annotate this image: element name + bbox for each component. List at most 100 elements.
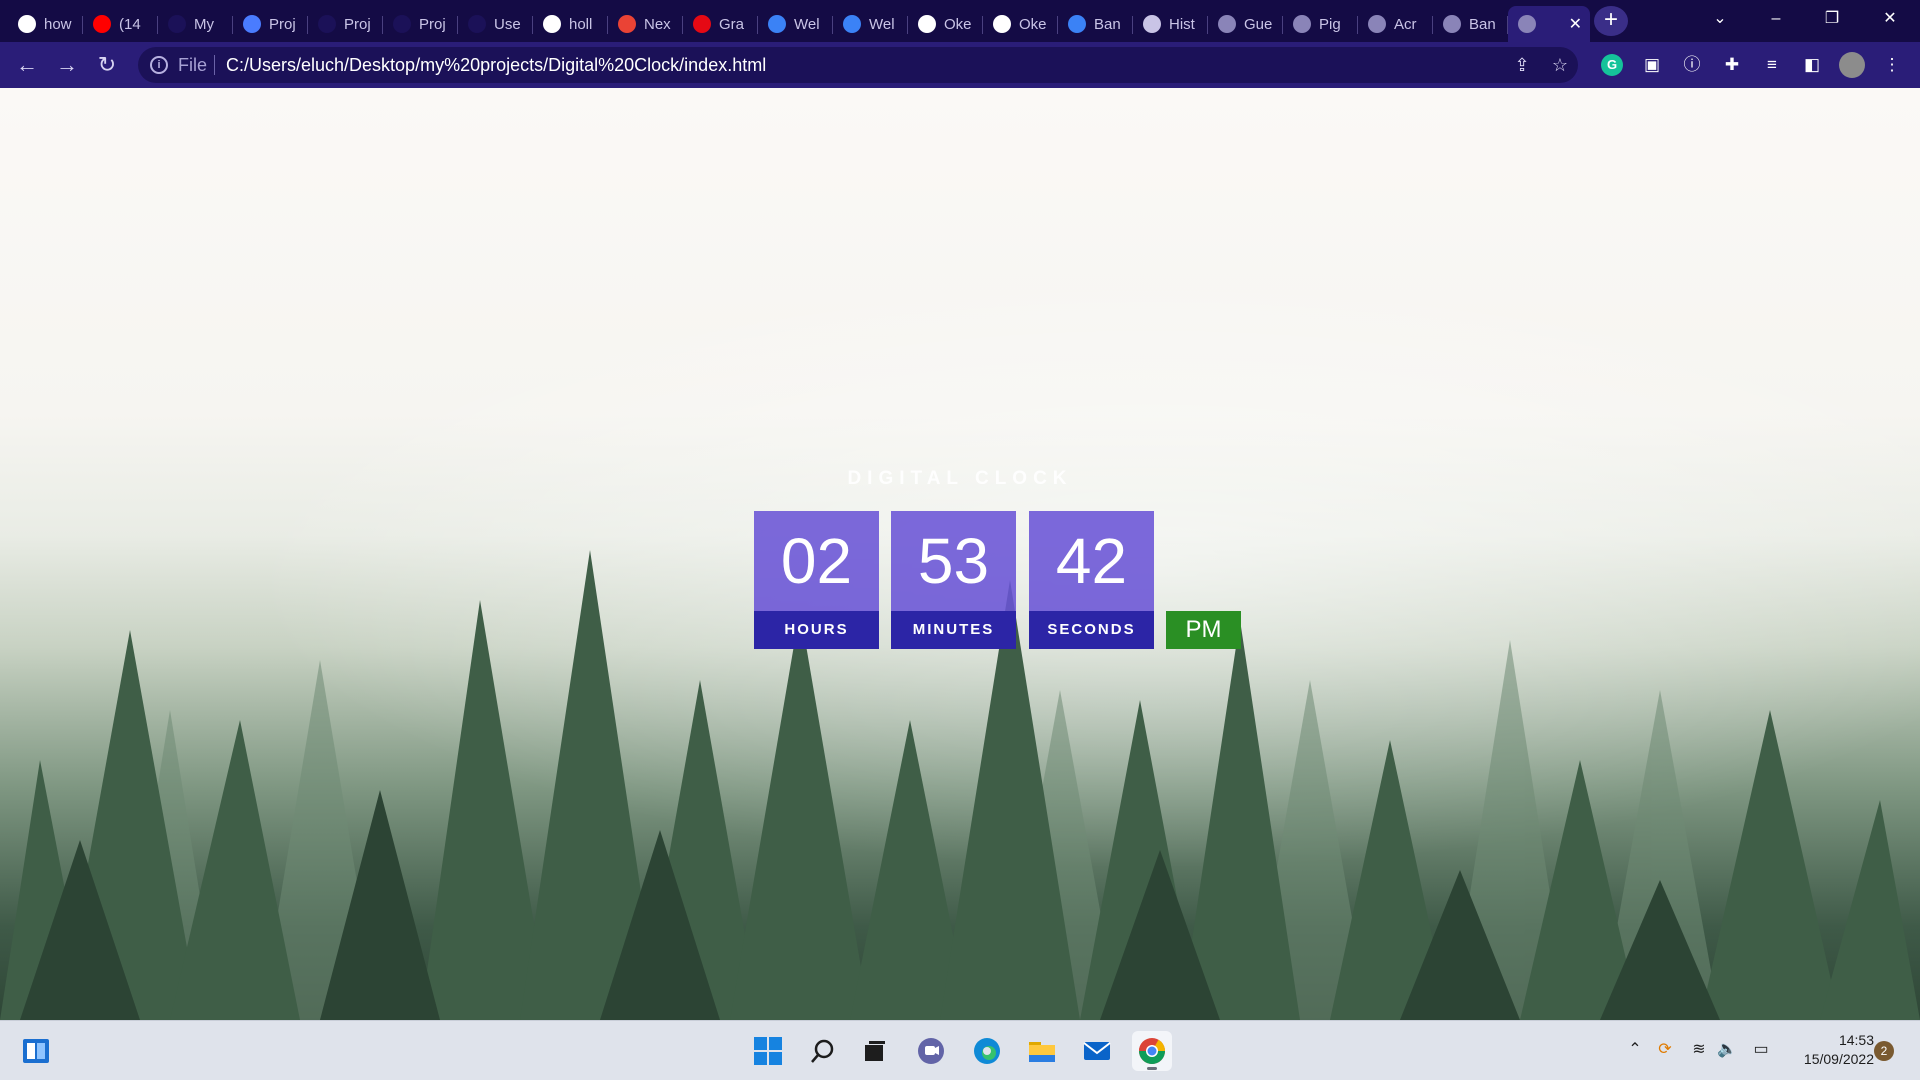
close-window-button[interactable]: ✕ xyxy=(1862,0,1918,40)
c-logo-icon xyxy=(1068,15,1086,33)
tab-title: Hist xyxy=(1169,15,1195,33)
clock-tray[interactable]: 14:53 15/09/2022 xyxy=(1784,1031,1874,1069)
browser-toolbar: ← → ↻ i File C:/Users/eluch/Desktop/my%2… xyxy=(0,42,1920,88)
address-url[interactable]: C:/Users/eluch/Desktop/my%20projects/Dig… xyxy=(226,55,766,76)
browser-tab[interactable]: Use xyxy=(458,6,533,42)
globe-icon xyxy=(1218,15,1236,33)
tab-list: how (14 My Proj Proj Proj Use holl Nex Gra Wel Wel O… xyxy=(8,4,1590,42)
history-icon xyxy=(1143,15,1161,33)
minutes-box: 53 MINUTES xyxy=(891,511,1016,649)
github-icon xyxy=(543,15,561,33)
minutes-value: 53 xyxy=(917,525,990,597)
download-extension-icon[interactable]: ⓘ xyxy=(1678,51,1706,79)
browser-tab[interactable]: Proj xyxy=(308,6,383,42)
mail-icon[interactable] xyxy=(1077,1031,1117,1071)
github-icon xyxy=(918,15,936,33)
gear-badge-icon xyxy=(768,15,786,33)
browser-tab[interactable]: how xyxy=(8,6,83,42)
alx-icon xyxy=(468,15,486,33)
browser-tab[interactable]: (14 xyxy=(83,6,158,42)
task-view-icon[interactable] xyxy=(855,1031,895,1071)
tab-title: Wel xyxy=(794,15,820,33)
tab-title: Use xyxy=(494,15,521,33)
sync-icon[interactable]: ⟳ xyxy=(1654,1039,1676,1061)
browser-tab[interactable]: Wel xyxy=(833,6,908,42)
browser-tab[interactable]: Proj xyxy=(383,6,458,42)
grammarly-icon[interactable]: G xyxy=(1601,54,1623,76)
tab-title: Pig xyxy=(1319,15,1341,33)
gmail-icon xyxy=(618,15,636,33)
minimize-button[interactable]: – xyxy=(1748,0,1804,40)
running-indicator xyxy=(1147,1067,1157,1070)
tab-title: Proj xyxy=(344,15,371,33)
wifi-icon[interactable]: ≋ xyxy=(1688,1039,1710,1061)
new-tab-button[interactable]: + xyxy=(1594,6,1628,36)
browser-tab[interactable]: Gue xyxy=(1208,6,1283,42)
tab-title: Wel xyxy=(869,15,895,33)
menu-kebab-icon[interactable]: ⋮ xyxy=(1878,51,1906,79)
tab-title: Oke xyxy=(944,15,972,33)
tab-search-icon[interactable]: ⌄ xyxy=(1692,0,1748,40)
tab-title: Gue xyxy=(1244,15,1273,33)
tray-time: 14:53 xyxy=(1838,1032,1874,1048)
taskbar: ⌃ ⟳ ≋ 🔈 ▭ 14:53 15/09/2022 2 xyxy=(0,1020,1920,1080)
seconds-box: 42 SECONDS xyxy=(1029,511,1154,649)
browser-tab[interactable]: Hist xyxy=(1133,6,1208,42)
browser-tab[interactable]: Acr xyxy=(1358,6,1433,42)
address-scheme: File xyxy=(178,55,208,75)
notification-badge[interactable]: 2 xyxy=(1874,1041,1894,1061)
reload-icon[interactable]: ↻ xyxy=(92,50,122,80)
forward-icon[interactable]: → xyxy=(52,50,82,80)
close-tab-icon[interactable]: ✕ xyxy=(1569,14,1582,34)
edge-browser-icon[interactable] xyxy=(967,1031,1007,1071)
alx-icon xyxy=(168,15,186,33)
browser-tab[interactable]: Oke xyxy=(908,6,983,42)
tab-title: Ban xyxy=(1094,15,1121,33)
browser-tab[interactable]: Oke xyxy=(983,6,1058,42)
alx-icon xyxy=(318,15,336,33)
tab-title: Gra xyxy=(719,15,745,33)
tab-strip: how (14 My Proj Proj Proj Use holl Nex Gra Wel Wel O… xyxy=(0,0,1920,42)
extensions-puzzle-icon[interactable]: ✚ xyxy=(1718,51,1746,79)
side-panel-icon[interactable]: ◧ xyxy=(1798,51,1826,79)
teams-chat-icon[interactable] xyxy=(911,1031,951,1071)
minutes-label: MINUTES xyxy=(891,611,1016,649)
browser-tab[interactable]: Ban xyxy=(1058,6,1133,42)
hours-value: 02 xyxy=(780,525,853,597)
hours-label: HOURS xyxy=(754,611,879,649)
show-hidden-icons-chevron[interactable]: ⌃ xyxy=(1624,1039,1646,1061)
browser-tab[interactable]: holl xyxy=(533,6,608,42)
address-bar[interactable]: i File C:/Users/eluch/Desktop/my%20proje… xyxy=(138,47,1578,83)
tray-date: 15/09/2022 xyxy=(1803,1051,1874,1067)
browser-tab[interactable]: Gra xyxy=(683,6,758,42)
tab-title: Acr xyxy=(1394,15,1417,33)
volume-icon[interactable]: 🔈 xyxy=(1716,1039,1738,1061)
search-icon[interactable] xyxy=(803,1031,843,1071)
browser-tab[interactable]: ✕ xyxy=(1508,6,1590,42)
browser-tab[interactable]: Pig xyxy=(1283,6,1358,42)
battery-icon[interactable]: ▭ xyxy=(1750,1039,1772,1061)
back-icon[interactable]: ← xyxy=(12,50,42,80)
restore-button[interactable]: ❐ xyxy=(1804,0,1860,40)
share-icon[interactable]: ⇪ xyxy=(1510,53,1534,77)
bookmark-star-icon[interactable]: ☆ xyxy=(1548,53,1572,77)
tab-title: My xyxy=(194,15,214,33)
info-icon[interactable]: i xyxy=(150,56,168,74)
chrome-icon[interactable] xyxy=(1132,1031,1172,1071)
media-queue-icon[interactable]: ≡ xyxy=(1758,51,1786,79)
browser-tab[interactable]: Wel xyxy=(758,6,833,42)
screenshot-extension-icon[interactable]: ▣ xyxy=(1638,51,1666,79)
browser-tab[interactable]: Nex xyxy=(608,6,683,42)
youtube-icon xyxy=(93,15,111,33)
browser-tab[interactable]: Proj xyxy=(233,6,308,42)
start-windows-icon[interactable] xyxy=(748,1031,788,1071)
am-pm-indicator: PM xyxy=(1166,611,1241,649)
page-viewport: DIGITAL CLOCK 02 HOURS 53 MINUTES 42 SEC… xyxy=(0,88,1920,1020)
tab-title: Ban xyxy=(1469,15,1496,33)
browser-tab[interactable]: My xyxy=(158,6,233,42)
browser-tab[interactable]: Ban xyxy=(1433,6,1508,42)
github-icon xyxy=(993,15,1011,33)
file-explorer-icon[interactable] xyxy=(1022,1031,1062,1071)
profile-avatar[interactable] xyxy=(1839,52,1865,78)
widgets-icon[interactable] xyxy=(16,1031,56,1071)
